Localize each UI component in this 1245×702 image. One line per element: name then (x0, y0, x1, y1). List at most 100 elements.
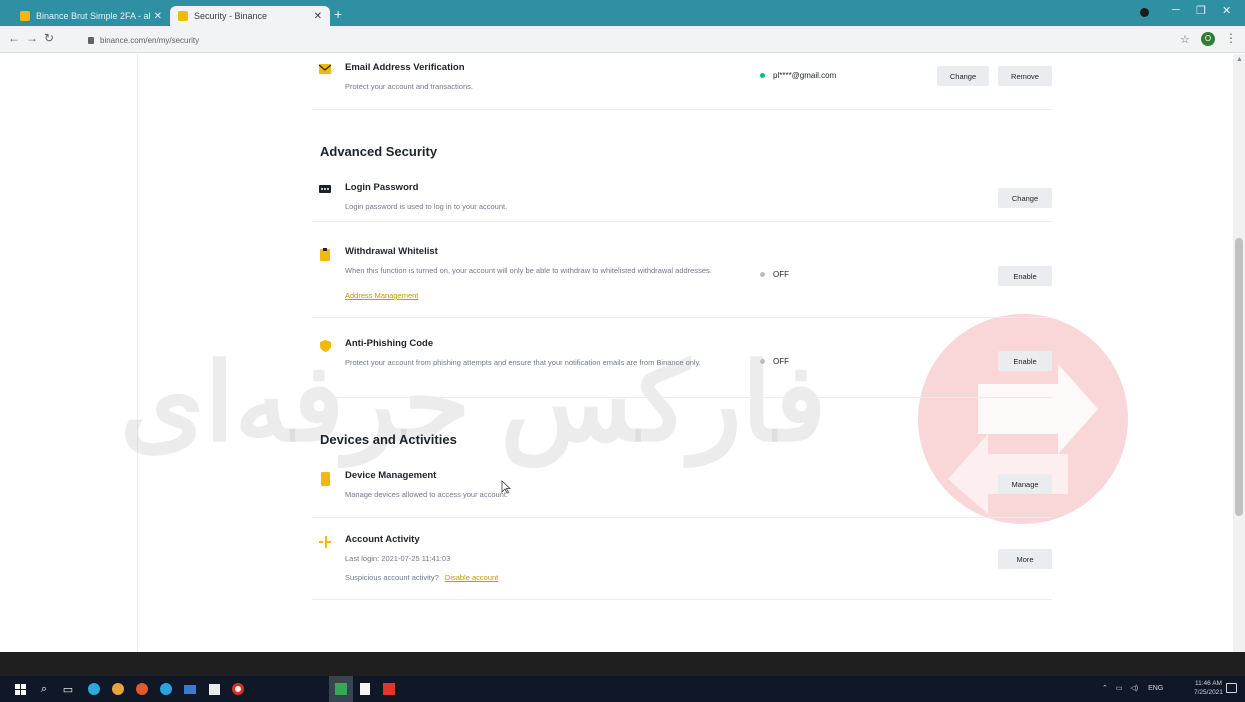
row-description: Protect your account from phishing attem… (345, 358, 701, 367)
scroll-up-icon[interactable]: ▲ (1236, 56, 1243, 63)
chrome-icon[interactable] (230, 681, 246, 697)
security-page: فارکس حرفه‌ای Email Address Verification… (0, 54, 1245, 652)
change-email-button[interactable]: Change (937, 66, 989, 86)
clipboard-icon (320, 248, 330, 261)
firefox-browser-icon[interactable] (134, 681, 150, 697)
back-icon[interactable]: ← (8, 31, 20, 45)
notepad-icon[interactable] (357, 681, 373, 697)
url-field[interactable]: binance.com/en/my/security (88, 32, 1158, 48)
window-close-icon[interactable]: ✕ (1222, 4, 1231, 17)
row-title: Withdrawal Whitelist (345, 246, 438, 257)
windows-start-icon[interactable] (12, 681, 28, 697)
row-title: Device Management (345, 470, 437, 481)
account-avatar[interactable]: O (1201, 32, 1215, 46)
binance-favicon-icon (178, 11, 188, 21)
row-title: Email Address Verification (345, 62, 465, 73)
profile-indicator-icon[interactable] (1140, 8, 1149, 17)
address-bar: ← → ↻ binance.com/en/my/security ☆ O ⋮ (0, 26, 1245, 53)
row-title: Login Password (345, 182, 419, 193)
enable-anti-phishing-button[interactable]: Enable (998, 351, 1052, 371)
anti-phishing-row: Anti-Phishing Code Protect your account … (312, 338, 1052, 398)
browser-tab-inactive[interactable]: Binance Brut Simple 2FA - ahm ✕ (12, 6, 170, 26)
mouse-cursor-icon (501, 480, 511, 494)
shield-icon (320, 340, 331, 352)
row-description: Manage devices allowed to access your ac… (345, 490, 509, 499)
whitelist-status: OFF (760, 270, 789, 279)
email-value: pl****@gmail.com (773, 71, 837, 80)
page-scrollbar[interactable]: ▲ (1233, 54, 1245, 652)
email-icon (319, 64, 331, 74)
close-tab-icon[interactable]: ✕ (154, 11, 162, 22)
row-title: Account Activity (345, 534, 420, 545)
clock-time: 11:46 AM (1194, 680, 1222, 687)
account-activity-row: Account Activity Last login: 2021-07-25 … (312, 534, 1052, 600)
row-title: Anti-Phishing Code (345, 338, 434, 349)
row-description: When this function is turned on, your ac… (345, 266, 712, 275)
new-tab-button[interactable]: + (334, 6, 342, 22)
device-management-row: Device Management Manage devices allowed… (312, 470, 1052, 518)
store-icon[interactable] (206, 681, 222, 697)
status-text: OFF (773, 357, 789, 366)
last-login-text: Last login: 2021-07-25 11:41:03 (345, 554, 451, 563)
sidebar-divider (137, 54, 138, 652)
reload-icon[interactable]: ↻ (44, 31, 54, 45)
disable-account-link[interactable]: Disable account (445, 573, 498, 582)
language-indicator[interactable]: ENG (1148, 685, 1163, 692)
search-icon[interactable]: ⌕ (36, 681, 52, 697)
maximize-icon[interactable]: ❐ (1196, 4, 1206, 17)
remove-email-button[interactable]: Remove (998, 66, 1052, 86)
notification-center-icon[interactable] (1226, 683, 1237, 693)
minimize-icon[interactable]: ─ (1172, 4, 1180, 16)
lock-icon (88, 36, 94, 44)
page-footer-strip (0, 652, 1245, 676)
status-dot (760, 73, 765, 78)
row-description: Login password is used to log in to your… (345, 202, 508, 211)
suspicious-question: Suspicious account activity? (345, 573, 439, 582)
email-verification-row: Email Address Verification Protect your … (312, 62, 1052, 110)
enable-whitelist-button[interactable]: Enable (998, 266, 1052, 286)
tab-title: Security - Binance (194, 11, 268, 21)
row-description: Protect your account and transactions. (345, 82, 473, 91)
manage-devices-button[interactable]: Manage (998, 474, 1052, 494)
activity-icon (319, 536, 331, 548)
status-dot (760, 272, 765, 277)
url-text: binance.com/en/my/security (100, 35, 200, 45)
suspicious-activity-text: Suspicious account activity? Disable acc… (345, 572, 498, 583)
section-title-advanced-security: Advanced Security (320, 144, 438, 159)
change-password-button[interactable]: Change (998, 188, 1052, 208)
photos-app-icon[interactable] (333, 681, 349, 697)
telegram-icon[interactable] (158, 681, 174, 697)
anti-phishing-status: OFF (760, 357, 789, 366)
task-view-icon[interactable]: ▭ (60, 681, 76, 697)
browser-menu-icon[interactable]: ⋮ (1225, 31, 1237, 45)
browser-tab-active[interactable]: Security - Binance ✕ (170, 6, 330, 26)
binance-favicon-icon (20, 11, 30, 21)
system-clock[interactable]: 11:46 AM 7/25/2021 (1194, 679, 1223, 697)
volume-icon[interactable]: ◁) (1130, 685, 1138, 692)
chrome-browser-icon[interactable] (110, 681, 126, 697)
edge-browser-icon[interactable] (86, 681, 102, 697)
mail-icon[interactable] (182, 681, 198, 697)
password-icon (319, 185, 331, 193)
address-management-link[interactable]: Address Management (345, 291, 418, 300)
tray-chevron-icon[interactable]: ⌃ (1102, 685, 1108, 692)
status-text: OFF (773, 270, 789, 279)
close-tab-icon[interactable]: ✕ (314, 11, 322, 22)
more-activity-button[interactable]: More (998, 549, 1052, 569)
status-dot (760, 359, 765, 364)
windows-taskbar: ⌕ ▭ ⌃ ▭ ◁) ENG 11:46 AM 7/25/2021 (0, 676, 1245, 702)
phone-icon (321, 472, 330, 486)
email-status: pl****@gmail.com (760, 71, 836, 80)
browser-tab-strip: Binance Brut Simple 2FA - ahm ✕ Security… (0, 0, 1245, 26)
section-title-devices: Devices and Activities (320, 432, 457, 447)
recorder-app-icon[interactable] (381, 681, 397, 697)
network-icon[interactable]: ▭ (1116, 685, 1123, 692)
clock-date: 7/25/2021 (1194, 689, 1223, 696)
system-tray[interactable]: ⌃ ▭ ◁) ENG (1102, 684, 1163, 692)
tab-title: Binance Brut Simple 2FA - ahm (36, 11, 150, 21)
forward-icon[interactable]: → (26, 31, 38, 45)
scrollbar-thumb[interactable] (1235, 238, 1243, 516)
withdrawal-whitelist-row: Withdrawal Whitelist When this function … (312, 246, 1052, 318)
bookmark-star-icon[interactable]: ☆ (1180, 33, 1190, 46)
login-password-row: Login Password Login password is used to… (312, 182, 1052, 222)
